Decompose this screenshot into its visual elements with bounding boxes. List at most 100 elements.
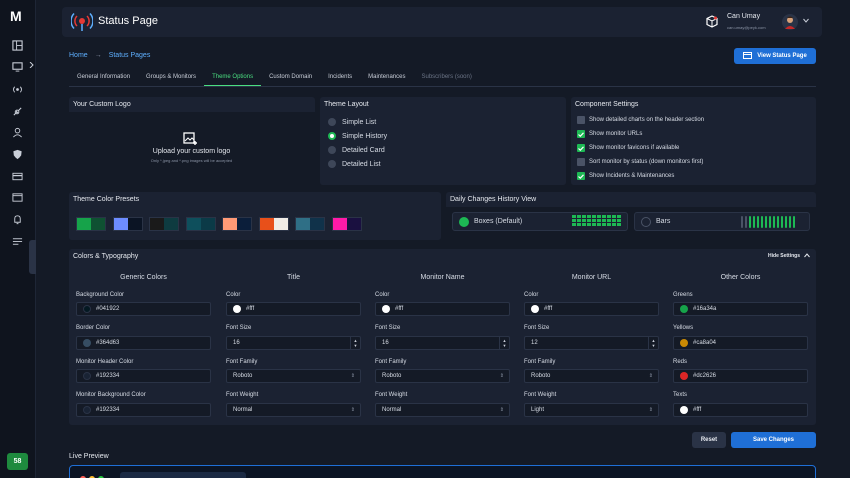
monitor-header-color-input[interactable]: #192334	[76, 369, 211, 383]
theme-preset-7[interactable]	[295, 217, 325, 231]
tab-maintenances[interactable]: Maintenances	[360, 68, 413, 86]
monitor-name-heading: Monitor Name	[420, 274, 465, 281]
checkbox-incidents-maintenances[interactable]	[577, 172, 585, 180]
monitor-url-font-family-select[interactable]: Roboto ⇕	[524, 369, 659, 383]
theme-preset-5[interactable]	[222, 217, 252, 231]
radio-detailed-card[interactable]	[328, 146, 336, 154]
theme-preset-4[interactable]	[185, 217, 216, 231]
history-option-bars[interactable]: Bars	[634, 212, 810, 231]
sidebar-collapse-handle[interactable]	[29, 240, 36, 274]
option-sort-by-status[interactable]: Sort monitor by status (down monitors fi…	[577, 158, 703, 166]
theme-preset-3[interactable]	[149, 217, 179, 231]
broadcast-icon[interactable]	[11, 83, 24, 96]
radio-boxes[interactable]	[459, 217, 469, 227]
color-swatch[interactable]	[233, 305, 241, 313]
page-title: Status Page	[98, 15, 158, 27]
title-color-input[interactable]: #fff	[226, 302, 361, 316]
layout-option-simple-history[interactable]: Simple History	[328, 132, 387, 140]
preview-box	[582, 215, 586, 218]
stepper-icon[interactable]: ▲ ▼	[499, 337, 509, 349]
avatar[interactable]	[782, 14, 798, 30]
view-status-page-button[interactable]: View Status Page	[734, 48, 816, 64]
breadcrumb-current[interactable]: Status Pages	[109, 52, 151, 59]
chevron-right-icon[interactable]	[29, 61, 34, 70]
layout-option-detailed-card[interactable]: Detailed Card	[328, 146, 385, 154]
billing-icon[interactable]	[11, 170, 24, 183]
breadcrumb-home[interactable]: Home	[69, 52, 88, 59]
save-changes-button[interactable]: Save Changes	[731, 432, 816, 448]
reset-button[interactable]: Reset	[692, 432, 726, 448]
color-swatch[interactable]	[83, 406, 91, 414]
monitor-name-font-size-input[interactable]: 16 ▲ ▼	[375, 336, 510, 350]
border-color-input[interactable]: #364d63	[76, 336, 211, 350]
yellows-color-input[interactable]: #ca8a04	[673, 336, 808, 350]
color-swatch[interactable]	[680, 372, 688, 380]
radio-bars[interactable]	[641, 217, 651, 227]
tab-groups-monitors[interactable]: Groups & Monitors	[138, 68, 204, 86]
theme-preset-8[interactable]	[331, 217, 362, 231]
monitor-name-color-input[interactable]: #fff	[375, 302, 510, 316]
status-page-icon[interactable]	[11, 191, 24, 204]
monitor-icon[interactable]	[11, 60, 24, 73]
option-incidents-maintenances[interactable]: Show Incidents & Maintenances	[577, 172, 674, 180]
checkbox-sort-by-status[interactable]	[577, 158, 585, 166]
color-swatch[interactable]	[531, 305, 539, 313]
option-monitor-favicons[interactable]: Show monitor favicons if available	[577, 144, 679, 152]
checkbox-monitor-urls[interactable]	[577, 130, 585, 138]
monitor-name-font-weight-select[interactable]: Normal ⇕	[375, 403, 510, 417]
radio-simple-history[interactable]	[328, 132, 336, 140]
field-value: #041922	[96, 306, 120, 312]
layout-option-simple-list[interactable]: Simple List	[328, 118, 376, 126]
color-swatch[interactable]	[83, 305, 91, 313]
theme-preset-2[interactable]	[112, 217, 143, 231]
background-color-input[interactable]: #041922	[76, 302, 211, 316]
title-font-size-input[interactable]: 16 ▲ ▼	[226, 336, 361, 350]
color-swatch[interactable]	[83, 339, 91, 347]
dashboard-icon[interactable]	[11, 39, 24, 52]
tab-incidents[interactable]: Incidents	[320, 68, 360, 86]
checkbox-monitor-favicons[interactable]	[577, 144, 585, 152]
shield-icon[interactable]	[11, 148, 24, 161]
stepper-icon[interactable]: ▲ ▼	[648, 337, 658, 349]
radio-simple-list[interactable]	[328, 118, 336, 126]
color-swatch[interactable]	[680, 305, 688, 313]
history-option-boxes[interactable]: Boxes (Default)	[452, 212, 628, 231]
monitor-name-font-family-select[interactable]: Roboto ⇕	[375, 369, 510, 383]
monitor-background-color-input[interactable]: #192334	[76, 403, 211, 417]
tab-theme-options[interactable]: Theme Options	[204, 68, 262, 86]
monitor-url-font-size-input[interactable]: 12 ▲ ▼	[524, 336, 659, 350]
logs-icon[interactable]	[11, 235, 24, 248]
checkbox-detailed-charts[interactable]	[577, 116, 585, 124]
layout-option-detailed-list[interactable]: Detailed List	[328, 160, 381, 168]
color-swatch[interactable]	[382, 305, 390, 313]
bell-icon[interactable]	[11, 213, 24, 226]
title-font-family-select[interactable]: Roboto ⇕	[226, 369, 361, 383]
chevron-down-icon[interactable]	[803, 18, 809, 25]
hide-settings-button[interactable]: Hide Settings	[768, 253, 810, 259]
monitor-url-color-input[interactable]: #fff	[524, 302, 659, 316]
notification-badge[interactable]: 58	[7, 453, 28, 470]
integration-icon[interactable]	[11, 105, 24, 118]
radio-detailed-list[interactable]	[328, 160, 336, 168]
greens-color-input[interactable]: #16a34a	[673, 302, 808, 316]
reds-color-input[interactable]: #dc2626	[673, 369, 808, 383]
logo-upload-area[interactable]: Upload your custom logo Only *.jpeg and …	[69, 112, 315, 185]
title-font-weight-select[interactable]: Normal ⇕	[226, 403, 361, 417]
theme-preset-6[interactable]	[258, 217, 289, 231]
color-swatch[interactable]	[83, 372, 91, 380]
tab-general-information[interactable]: General Information	[69, 68, 138, 86]
option-monitor-urls[interactable]: Show monitor URLs	[577, 130, 642, 138]
theme-preset-1[interactable]	[76, 217, 106, 231]
monitor-url-font-weight-select[interactable]: Light ⇕	[524, 403, 659, 417]
user-icon[interactable]	[11, 126, 24, 139]
app-logo[interactable]: M	[10, 8, 22, 24]
texts-color-input[interactable]: #fff	[673, 403, 808, 417]
stepper-icon[interactable]: ▲ ▼	[350, 337, 360, 349]
add-image-icon[interactable]	[183, 132, 198, 148]
cube-icon[interactable]	[706, 15, 718, 30]
color-swatch[interactable]	[680, 406, 688, 414]
option-detailed-charts[interactable]: Show detailed charts on the header secti…	[577, 116, 704, 124]
tab-custom-domain[interactable]: Custom Domain	[261, 68, 320, 86]
color-swatch[interactable]	[680, 339, 688, 347]
preview-bar	[781, 216, 783, 228]
